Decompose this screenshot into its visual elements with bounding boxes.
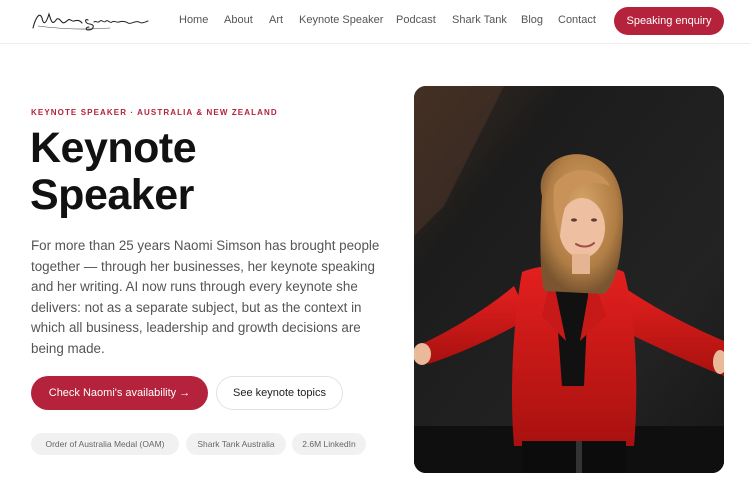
nav-home[interactable]: Home — [179, 14, 208, 26]
nav-about[interactable]: About — [224, 14, 253, 26]
speaker-photo-illustration — [414, 86, 724, 473]
page-title: Keynote Speaker — [30, 125, 390, 219]
hero-description: For more than 25 years Naomi Simson has … — [31, 238, 380, 356]
badge-linkedin: 2.6M LinkedIn — [292, 433, 366, 455]
hero-eyebrow: KEYNOTE SPEAKER · AUSTRALIA & NEW ZEALAN… — [31, 108, 278, 117]
title-line-1: Keynote — [30, 124, 197, 172]
site-header: Home About Art Keynote Speaker Podcast S… — [0, 0, 750, 44]
badge-oam: Order of Australia Medal (OAM) — [31, 433, 179, 455]
badge-shark-tank: Shark Tank Australia — [186, 433, 286, 455]
nav-keynote-speaker[interactable]: Keynote Speaker — [299, 14, 383, 26]
see-keynote-topics-button[interactable]: See keynote topics — [216, 376, 343, 410]
nav-contact[interactable]: Contact — [558, 14, 596, 26]
nav-podcast[interactable]: Podcast — [396, 14, 436, 26]
nav-shark-tank[interactable]: Shark Tank — [452, 14, 507, 26]
speaking-enquiry-button[interactable]: Speaking enquiry — [614, 7, 724, 35]
check-availability-button[interactable]: Check Naomi's availability → — [31, 376, 208, 410]
nav-art[interactable]: Art — [269, 14, 283, 26]
nav-blog[interactable]: Blog — [521, 14, 543, 26]
title-line-2: Speaker — [30, 171, 194, 219]
logo-signature[interactable] — [30, 6, 150, 36]
speaker-photo — [414, 86, 724, 473]
